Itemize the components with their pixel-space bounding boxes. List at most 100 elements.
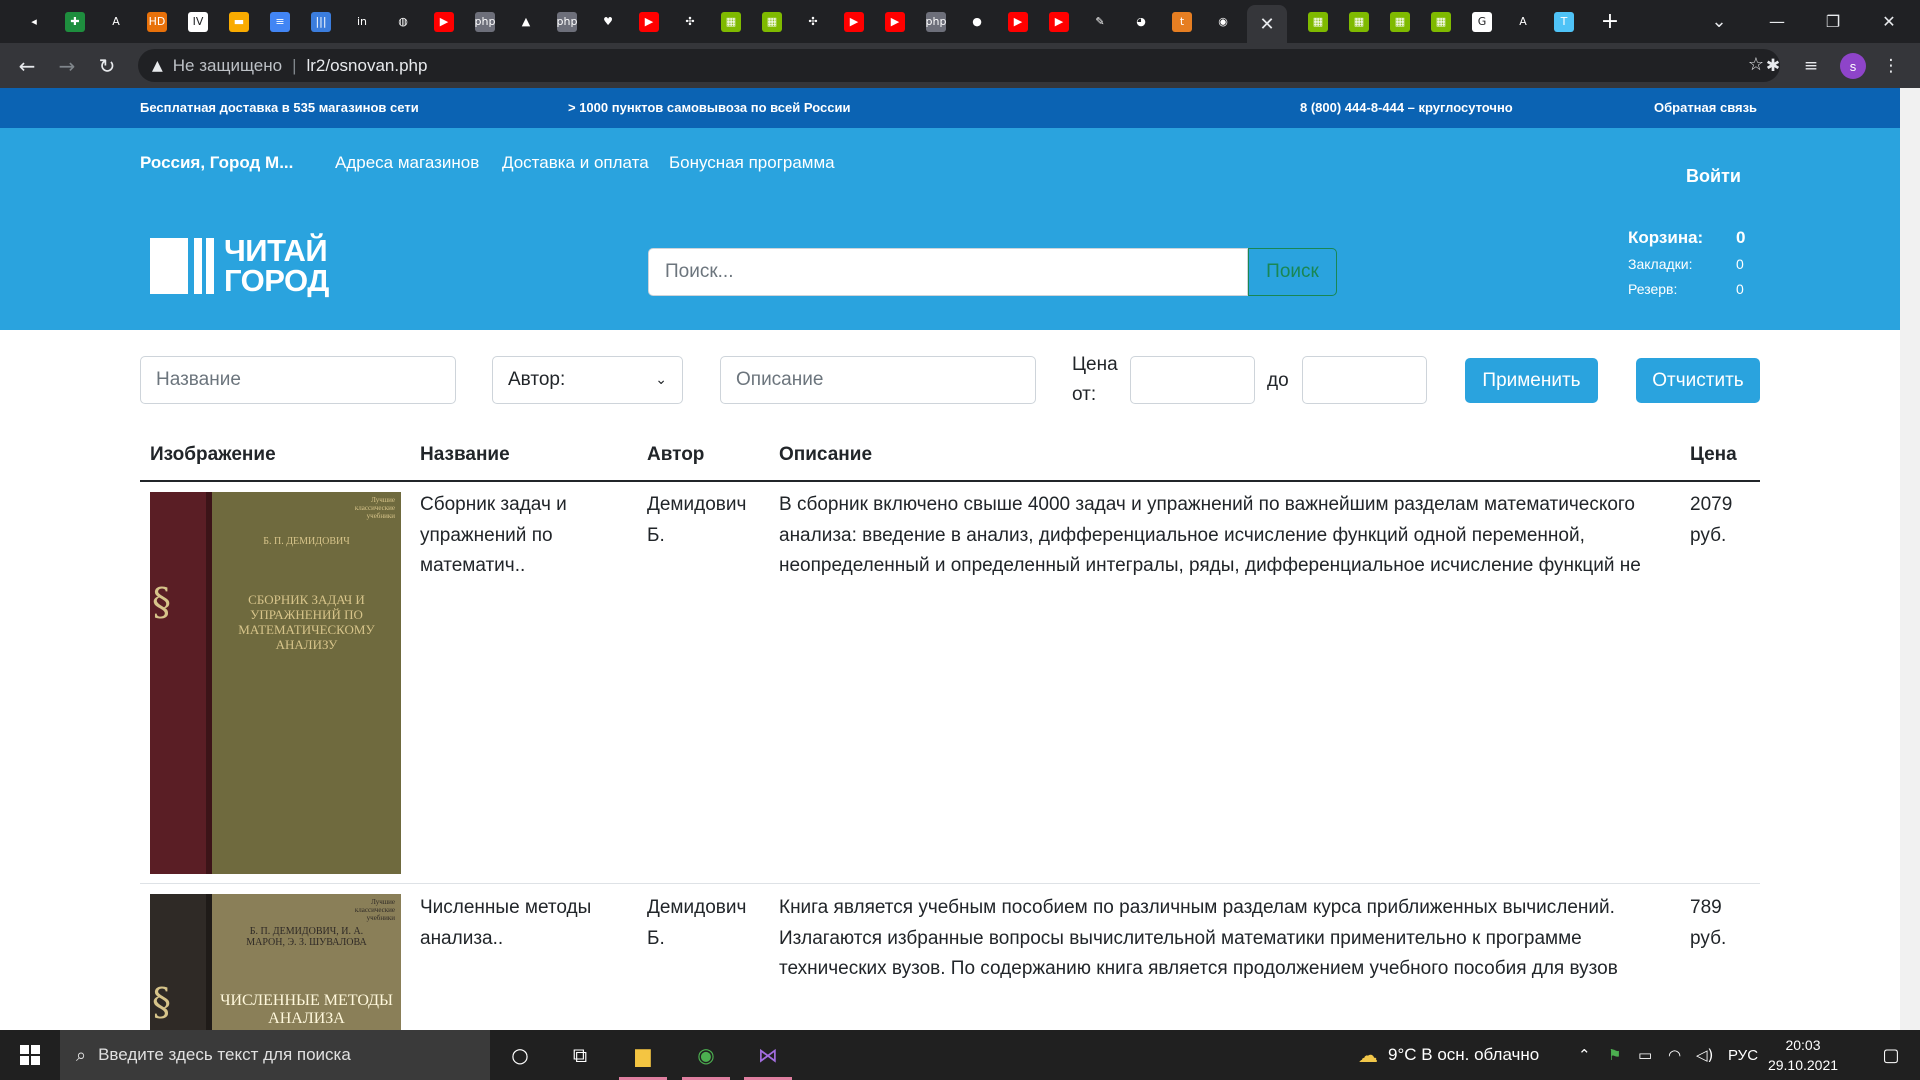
microsoft-icon[interactable]: ▦ bbox=[1308, 11, 1328, 32]
new-tab-icon[interactable]: + bbox=[1600, 9, 1620, 34]
web-page: Бесплатная доставка в 535 магазинов сети… bbox=[0, 88, 1900, 1030]
book-name[interactable]: Сборник задач и упражнений по математич.… bbox=[420, 490, 610, 582]
restore-icon[interactable]: ❐ bbox=[1810, 0, 1856, 43]
hd-icon[interactable]: HD bbox=[147, 11, 167, 32]
profile-avatar[interactable]: s bbox=[1840, 53, 1866, 79]
top-info-bar: Бесплатная доставка в 535 магазинов сети… bbox=[0, 88, 1900, 128]
php-icon[interactable]: php bbox=[475, 11, 495, 32]
docs-icon[interactable]: ≡ bbox=[270, 11, 290, 32]
network-icon[interactable]: ✣ bbox=[680, 11, 700, 32]
reload-icon[interactable]: ↻ bbox=[92, 51, 122, 81]
github-icon[interactable]: ◉ bbox=[1213, 11, 1233, 32]
microsoft-icon[interactable]: ▦ bbox=[721, 11, 741, 32]
avatar-icon[interactable]: ◕ bbox=[1131, 11, 1151, 32]
battery-icon[interactable]: ▭ bbox=[1638, 1030, 1652, 1080]
t-icon[interactable]: T bbox=[1554, 11, 1574, 32]
site-header: Россия, Город М... Адреса магазинов Дост… bbox=[0, 128, 1900, 330]
weather-widget[interactable]: ☁ 9°C В осн. облачно bbox=[1358, 1030, 1539, 1080]
reserve-summary[interactable]: Резерв: 0 bbox=[1628, 281, 1744, 297]
minimize-icon[interactable]: — bbox=[1754, 0, 1800, 43]
nav-bonus-link[interactable]: Бонусная программа bbox=[669, 153, 835, 173]
filter-name-input[interactable] bbox=[140, 356, 456, 404]
login-link[interactable]: Войти bbox=[1686, 166, 1741, 187]
sheets-icon[interactable]: ✚ bbox=[65, 11, 85, 32]
file-explorer-icon[interactable]: ▆ bbox=[615, 1030, 671, 1080]
close-window-icon[interactable]: ✕ bbox=[1866, 0, 1912, 43]
task-view-icon[interactable]: ⧉ bbox=[552, 1030, 608, 1080]
active-tab-close-icon[interactable]: ✕ bbox=[1247, 5, 1287, 43]
microsoft-icon[interactable]: ▦ bbox=[1431, 11, 1451, 32]
speaker-icon[interactable]: ◂ bbox=[24, 11, 44, 32]
city-selector[interactable]: Россия, Город М... bbox=[140, 153, 293, 173]
wifi-icon[interactable]: ◠ bbox=[1668, 1030, 1681, 1080]
flag-icon[interactable]: ⚑ bbox=[1608, 1030, 1621, 1080]
volume-icon[interactable]: ◁) bbox=[1696, 1030, 1713, 1080]
page-scrollbar[interactable] bbox=[1900, 88, 1920, 1030]
tab-search-icon[interactable]: ⌄ bbox=[1696, 0, 1742, 43]
drop-icon[interactable]: ● bbox=[967, 11, 987, 32]
php-icon[interactable]: php bbox=[557, 11, 577, 32]
address-bar[interactable]: ▲ Не защищено | lr2/osnovan.php ☆ bbox=[138, 49, 1780, 82]
book-cover-image[interactable]: Лучшие классические учебники Б. П. ДЕМИД… bbox=[150, 492, 401, 874]
forward-icon[interactable]: → bbox=[52, 51, 82, 81]
tray-chevron-icon[interactable]: ⌃ bbox=[1578, 1030, 1591, 1080]
cortana-icon[interactable]: ○ bbox=[492, 1030, 548, 1080]
menu-icon[interactable]: ⋮ bbox=[1876, 51, 1906, 81]
site-logo[interactable]: ЧИТАЙ ГОРОД bbox=[150, 234, 360, 298]
book-author: Демидович Б. bbox=[647, 494, 747, 546]
youtube-icon[interactable]: ▶ bbox=[434, 11, 454, 32]
book-name[interactable]: Численные методы анализа.. bbox=[420, 893, 620, 954]
mountain-icon[interactable]: ▲ bbox=[516, 11, 536, 32]
notifications-icon[interactable]: ▢ bbox=[1866, 1030, 1916, 1080]
heart-icon[interactable]: ♥ bbox=[598, 11, 618, 32]
microsoft-icon[interactable]: ▦ bbox=[1349, 11, 1369, 32]
filter-author-select[interactable]: Автор: ⌄ bbox=[492, 356, 683, 404]
system-clock[interactable]: 20:03 29.10.2021 bbox=[1758, 1035, 1848, 1075]
in-icon[interactable]: in bbox=[352, 11, 372, 32]
book-cover-image[interactable]: Лучшие классические учебники Б. П. ДЕМИД… bbox=[150, 894, 401, 1030]
cart-summary[interactable]: Корзина: 0 bbox=[1628, 228, 1745, 248]
language-indicator[interactable]: РУС bbox=[1728, 1030, 1758, 1080]
php-icon[interactable]: php bbox=[926, 11, 946, 32]
media-queue-icon[interactable]: ≡ bbox=[1796, 51, 1826, 81]
globe-icon[interactable]: ◍ bbox=[393, 11, 413, 32]
back-icon[interactable]: ← bbox=[12, 51, 42, 81]
microsoft-icon[interactable]: ▦ bbox=[762, 11, 782, 32]
translate-icon[interactable]: A bbox=[1513, 11, 1533, 32]
youtube-icon[interactable]: ▶ bbox=[1008, 11, 1028, 32]
table-row-divider bbox=[140, 883, 1760, 884]
search-button[interactable]: Поиск bbox=[1248, 248, 1337, 296]
orange-circle-icon[interactable]: t bbox=[1172, 11, 1192, 32]
price-from-input[interactable] bbox=[1130, 356, 1255, 404]
feedback-link[interactable]: Обратная связь bbox=[1654, 100, 1757, 115]
bookmarks-summary[interactable]: Закладки: 0 bbox=[1628, 256, 1744, 272]
extensions-icon[interactable]: ✱ bbox=[1758, 51, 1788, 81]
youtube-icon[interactable]: ▶ bbox=[844, 11, 864, 32]
library-icon[interactable]: ||| bbox=[311, 11, 331, 32]
apply-filters-button[interactable]: Применить bbox=[1465, 358, 1598, 403]
iv-icon[interactable]: IV bbox=[188, 11, 208, 32]
microsoft-icon[interactable]: ▦ bbox=[1390, 11, 1410, 32]
pdf-icon[interactable]: A bbox=[106, 11, 126, 32]
logo-mark-icon bbox=[150, 238, 218, 294]
network-icon[interactable]: ✣ bbox=[803, 11, 823, 32]
nav-stores-link[interactable]: Адреса магазинов bbox=[335, 153, 479, 173]
taskbar-search-box[interactable]: ⌕ Введите здесь текст для поиска bbox=[60, 1030, 490, 1080]
slides-icon[interactable]: ▬ bbox=[229, 11, 249, 32]
nav-delivery-link[interactable]: Доставка и оплата bbox=[502, 153, 649, 173]
chrome-icon[interactable]: ◉ bbox=[678, 1030, 734, 1080]
youtube-icon[interactable]: ▶ bbox=[885, 11, 905, 32]
visual-studio-icon[interactable]: ⋈ bbox=[740, 1030, 796, 1080]
cover-emblem-icon: § bbox=[152, 980, 171, 1024]
youtube-icon[interactable]: ▶ bbox=[639, 11, 659, 32]
logo-line-1: ЧИТАЙ bbox=[224, 233, 328, 268]
filter-description-input[interactable] bbox=[720, 356, 1036, 404]
search-input[interactable] bbox=[648, 248, 1248, 296]
phone-info: 8 (800) 444-8-444 – круглосуточно bbox=[1300, 100, 1513, 115]
start-button[interactable] bbox=[0, 1030, 60, 1080]
clear-filters-button[interactable]: Отчистить bbox=[1636, 358, 1760, 403]
price-to-input[interactable] bbox=[1302, 356, 1427, 404]
google-icon[interactable]: G bbox=[1472, 11, 1492, 32]
pen-icon[interactable]: ✎ bbox=[1090, 11, 1110, 32]
youtube-icon[interactable]: ▶ bbox=[1049, 11, 1069, 32]
